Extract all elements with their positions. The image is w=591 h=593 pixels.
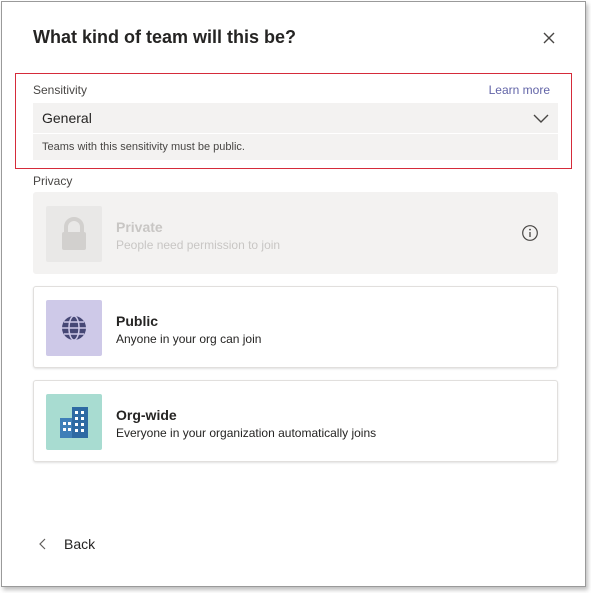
sensitivity-helper-text: Teams with this sensitivity must be publ… <box>42 141 245 153</box>
learn-more-link[interactable]: Learn more <box>489 83 550 97</box>
org-wide-tile <box>46 394 102 450</box>
option-desc: Anyone in your org can join <box>116 332 262 346</box>
close-icon[interactable] <box>540 29 558 47</box>
chevron-down-icon <box>533 114 549 123</box>
privacy-label: Privacy <box>33 174 73 188</box>
lock-icon <box>62 217 86 250</box>
public-tile <box>46 300 102 356</box>
sensitivity-helper: Teams with this sensitivity must be publ… <box>33 134 558 160</box>
option-desc: People need permission to join <box>116 238 281 252</box>
option-desc: Everyone in your organization automatica… <box>116 426 377 440</box>
option-name: Private <box>116 219 163 235</box>
chevron-left-icon <box>39 538 46 550</box>
building-icon <box>60 407 88 438</box>
privacy-option-org-wide[interactable]: Org-wide Everyone in your organization a… <box>33 380 558 462</box>
option-name: Public <box>116 313 159 329</box>
privacy-option-public[interactable]: Public Anyone in your org can join <box>33 286 558 368</box>
info-icon[interactable] <box>521 224 539 242</box>
privacy-option-private: Private People need permission to join <box>33 192 558 274</box>
globe-icon <box>62 315 86 341</box>
sensitivity-dropdown[interactable]: General <box>33 103 558 133</box>
create-team-dialog: What kind of team will this be? Sensitiv… <box>1 1 586 587</box>
private-tile <box>46 206 102 262</box>
sensitivity-label: Sensitivity <box>33 83 88 97</box>
dialog-title: What kind of team will this be? <box>33 27 297 47</box>
option-name: Org-wide <box>116 407 177 423</box>
back-label: Back <box>64 536 96 552</box>
sensitivity-selected-value: General <box>42 110 92 126</box>
